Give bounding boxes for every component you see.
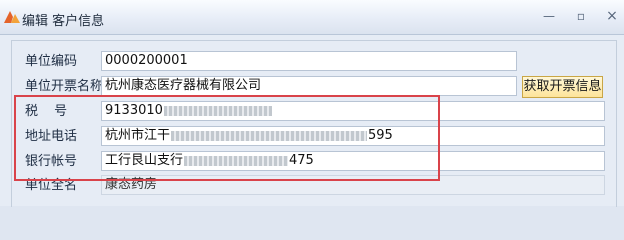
window-title: 编辑 客户信息 — [22, 14, 105, 29]
unit-code-field[interactable]: 0000200001 — [101, 51, 517, 71]
app-logo-icon — [4, 11, 20, 23]
highlight-annotation — [14, 95, 440, 181]
maximize-button[interactable]: ▫ — [573, 9, 589, 23]
close-button[interactable]: × — [604, 9, 620, 23]
unit-code-value: 0000200001 — [105, 53, 188, 68]
minimize-button[interactable]: — — [541, 9, 557, 23]
title-bar: 编辑 客户信息 — ▫ × — [0, 0, 624, 35]
invoice-name-field[interactable]: 杭州康态医疗器械有限公司 — [101, 76, 517, 96]
invoice-name-label: 单位开票名称 — [25, 79, 104, 94]
unit-code-label: 单位编码 — [25, 54, 78, 69]
fetch-invoice-info-button[interactable]: 获取开票信息 — [522, 76, 603, 98]
invoice-name-value: 杭州康态医疗器械有限公司 — [105, 78, 262, 93]
